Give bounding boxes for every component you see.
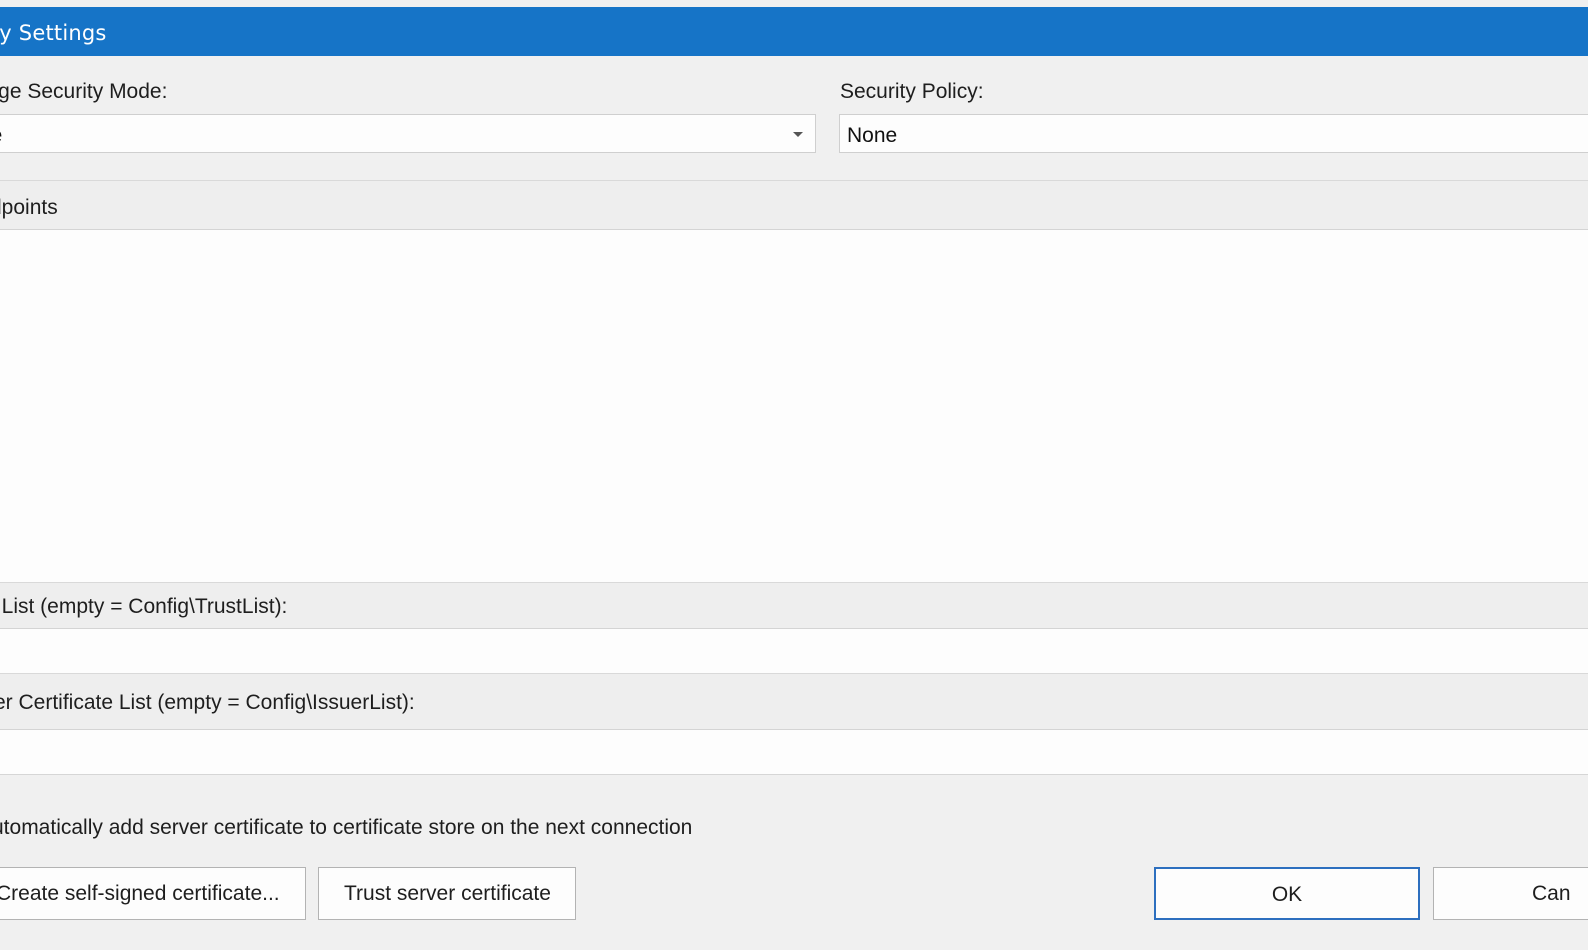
ok-button[interactable]: OK (1154, 867, 1420, 920)
create-self-signed-certificate-label: Create self-signed certificate... (0, 882, 280, 905)
auto-add-checkbox-label[interactable]: utomatically add server certificate to c… (0, 816, 692, 840)
trust-list-header: t List (empty = Config\TrustList): (0, 582, 1588, 629)
issuer-list-input[interactable] (0, 730, 1588, 775)
security-mode-label: sage Security Mode: (0, 80, 168, 103)
trust-list-label: t List (empty = Config\TrustList): (0, 595, 288, 618)
window-title: rity Settings (0, 21, 107, 45)
trust-server-certificate-label: Trust server certificate (344, 882, 551, 905)
endpoints-list[interactable] (0, 230, 1588, 582)
trust-list-input[interactable] (0, 629, 1588, 673)
chevron-down-icon[interactable] (793, 132, 803, 137)
issuer-list-label: er Certificate List (empty = Config\Issu… (0, 691, 415, 714)
endpoints-header-label: dpoints (0, 196, 58, 219)
security-policy-field[interactable]: None (839, 114, 1588, 153)
title-bar[interactable]: rity Settings (0, 7, 1588, 56)
cancel-button[interactable]: Can (1433, 867, 1588, 920)
security-policy-label: Security Policy: (840, 80, 984, 103)
security-mode-dropdown[interactable]: ne (0, 114, 816, 153)
issuer-list-header: er Certificate List (empty = Config\Issu… (0, 673, 1588, 730)
trust-server-certificate-button[interactable]: Trust server certificate (318, 867, 576, 920)
create-self-signed-certificate-button[interactable]: Create self-signed certificate... (0, 867, 306, 920)
endpoints-header[interactable]: dpoints (0, 180, 1588, 230)
security-mode-value: ne (0, 124, 2, 148)
security-policy-value: None (847, 124, 898, 147)
ok-button-label: OK (1271, 883, 1303, 906)
cancel-button-label: Can (1532, 882, 1571, 905)
security-settings-dialog: rity Settings sage Security Mode: Securi… (0, 0, 1588, 950)
